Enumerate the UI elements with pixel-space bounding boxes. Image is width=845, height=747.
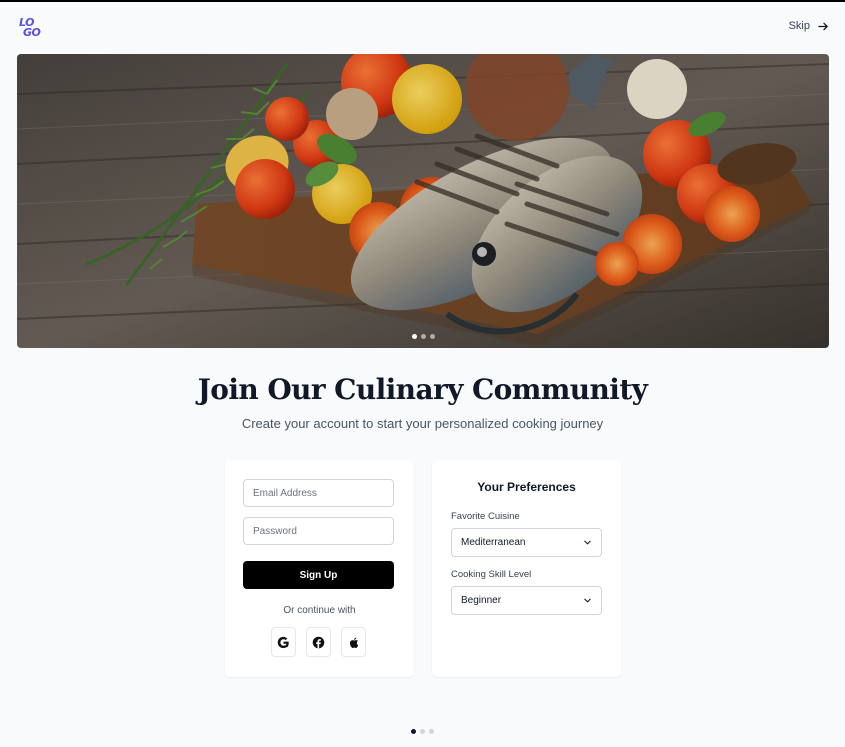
carousel-dot-active[interactable] [411,334,417,339]
apple-login-button[interactable] [341,627,366,657]
email-field[interactable] [243,479,394,507]
preferences-title: Your Preferences [477,480,576,494]
carousel-dot[interactable] [429,334,435,339]
preferences-card: Your Preferences Favorite Cuisine Medite… [432,460,621,677]
logo[interactable]: LO GO [18,17,42,39]
page-title: Join Our Culinary Community [197,373,648,406]
cuisine-value: Mediterranean [461,537,526,548]
skill-level-label: Cooking Skill Level [451,569,532,580]
hero-image [17,54,829,348]
google-icon [277,636,289,648]
page-dot[interactable] [420,729,425,734]
food-photo [17,54,829,348]
google-login-button[interactable] [271,627,296,657]
signup-card: Sign Up Or continue with [225,460,414,677]
top-border [0,0,845,2]
page-pagination-dots [0,729,845,734]
page-subtitle: Create your account to start your person… [241,416,604,431]
facebook-icon [312,636,325,648]
carousel-dot[interactable] [420,334,426,339]
chevron-down-icon [584,540,591,545]
apple-icon [349,637,359,648]
cuisine-label: Favorite Cuisine [451,511,520,522]
skip-button[interactable]: Skip [789,20,829,32]
page-dot-active[interactable] [411,729,416,734]
skill-level-value: Beginner [461,595,502,606]
logo-text-line2: GO [23,26,41,39]
signup-button[interactable]: Sign Up [243,561,394,589]
hero-carousel-dots [17,334,829,339]
page-dot[interactable] [429,729,434,734]
chevron-down-icon [584,598,591,603]
social-login-group [271,627,366,657]
skill-level-select[interactable]: Beginner [451,586,602,615]
arrow-right-icon [818,22,828,30]
skip-label: Skip [788,20,810,32]
cuisine-select[interactable]: Mediterranean [451,528,602,557]
password-field[interactable] [243,517,394,545]
continue-with-text: Or continue with [283,605,356,616]
facebook-login-button[interactable] [306,627,331,657]
